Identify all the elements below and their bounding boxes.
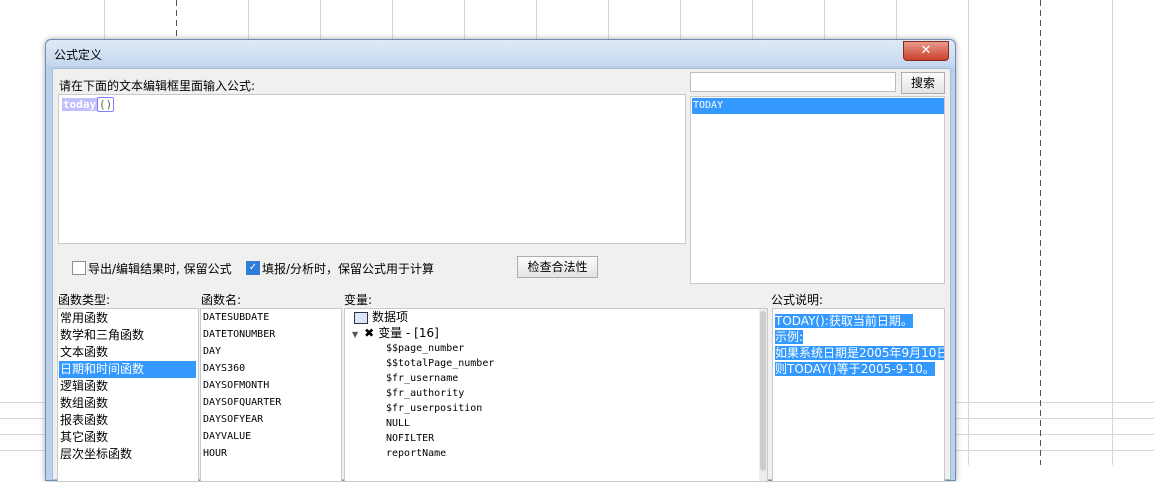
list-item[interactable]: DATETONUMBER: [202, 326, 275, 343]
search-result-list[interactable]: TODAY: [690, 96, 945, 284]
close-button[interactable]: ✕: [903, 41, 949, 61]
list-item[interactable]: DAYSOFMONTH: [202, 377, 269, 394]
description-line: 示例:: [775, 330, 804, 344]
tree-item[interactable]: NULL: [385, 416, 410, 431]
variable-tree[interactable]: 数据项 ▼ ✖ 变量 - [16] $$page_number $$totalPag…: [344, 308, 768, 482]
list-item[interactable]: 其它函数: [59, 429, 108, 446]
list-item[interactable]: 数组函数: [59, 395, 108, 412]
list-item[interactable]: 报表函数: [59, 412, 108, 429]
table-icon: [354, 311, 368, 324]
list-item[interactable]: DAYS360: [202, 360, 245, 377]
description-label: 公式说明:: [771, 293, 824, 307]
list-item[interactable]: DAYSOFYEAR: [202, 411, 263, 428]
close-icon: ✕: [920, 43, 932, 58]
checkmark-icon: ✓: [248, 262, 258, 273]
list-item[interactable]: TODAY: [692, 98, 944, 114]
tree-item[interactable]: $fr_userposition: [385, 401, 482, 416]
list-item[interactable]: DAYVALUE: [202, 428, 251, 445]
description-panel[interactable]: TODAY():获取当前日期。 示例: 如果系统日期是2005年9月10日 则T…: [772, 308, 945, 482]
formula-dialog: 公式定义 ✕ 请在下面的文本编辑框里面输入公式: today () 搜索 TOD…: [45, 39, 956, 482]
tree-item[interactable]: $$totalPage_number: [385, 356, 494, 371]
formula-parens: (): [97, 97, 115, 112]
function-list[interactable]: DATESUBDATE DATETONUMBER DAY DAYS360 DAY…: [200, 308, 342, 482]
fill-keep-label: 填报/分析时，保留公式用于计算: [262, 262, 435, 276]
variable-scrollbar[interactable]: [759, 309, 767, 481]
description-line: 如果系统日期是2005年9月10日: [775, 345, 944, 361]
tree-item[interactable]: $fr_username: [385, 371, 458, 386]
list-item[interactable]: 常用函数: [59, 310, 108, 327]
category-label: 函数类型:: [58, 293, 111, 307]
tree-item[interactable]: NOFILTER: [385, 431, 434, 446]
variable-icon: ✖: [364, 326, 375, 340]
scrollbar-thumb[interactable]: [760, 311, 766, 471]
list-item[interactable]: DAY: [202, 343, 221, 360]
fill-keep-checkbox[interactable]: ✓: [246, 261, 260, 275]
tree-item[interactable]: reportName: [385, 446, 446, 461]
description-line: 则TODAY()等于2005-9-10。: [775, 362, 935, 376]
list-item[interactable]: 层次坐标函数: [59, 446, 132, 463]
list-item[interactable]: DAYSOFQUARTER: [202, 394, 281, 411]
list-item[interactable]: 文本函数: [59, 344, 108, 361]
formula-editor[interactable]: today (): [58, 94, 686, 244]
list-item[interactable]: 逻辑函数: [59, 378, 108, 395]
function-name-label: 函数名:: [201, 293, 242, 307]
search-button[interactable]: 搜索: [901, 72, 945, 94]
list-item-selected[interactable]: 日期和时间函数: [59, 361, 196, 378]
list-item[interactable]: HOUR: [202, 445, 227, 462]
check-validity-button[interactable]: 检查合法性: [517, 256, 598, 278]
formula-function-name: today: [62, 98, 98, 111]
tree-item[interactable]: $$page_number: [385, 341, 464, 356]
list-item[interactable]: DATESUBDATE: [202, 309, 269, 326]
tree-item[interactable]: $fr_authority: [385, 386, 464, 401]
dialog-title: 公式定义: [54, 48, 103, 62]
export-keep-checkbox[interactable]: [72, 261, 86, 275]
formula-prompt: 请在下面的文本编辑框里面输入公式:: [59, 79, 256, 93]
export-keep-label: 导出/编辑结果时, 保留公式: [88, 262, 232, 276]
description-line: TODAY():获取当前日期。: [775, 314, 913, 328]
dialog-titlebar[interactable]: 公式定义 ✕: [46, 40, 955, 66]
tree-item-data-items[interactable]: 数据项: [353, 309, 408, 326]
tree-item-variables[interactable]: ▼ ✖ 变量 - [16]: [351, 325, 439, 342]
list-item[interactable]: 数学和三角函数: [59, 327, 144, 344]
expand-arrow-icon: ▼: [352, 330, 359, 339]
variables-label: 变量:: [344, 293, 373, 307]
category-list[interactable]: 常用函数 数学和三角函数 文本函数 日期和时间函数 逻辑函数 数组函数 报表函数…: [57, 308, 199, 482]
search-input[interactable]: [690, 72, 896, 92]
dialog-body: 请在下面的文本编辑框里面输入公式: today () 搜索 TODAY 导出/编…: [52, 68, 951, 482]
